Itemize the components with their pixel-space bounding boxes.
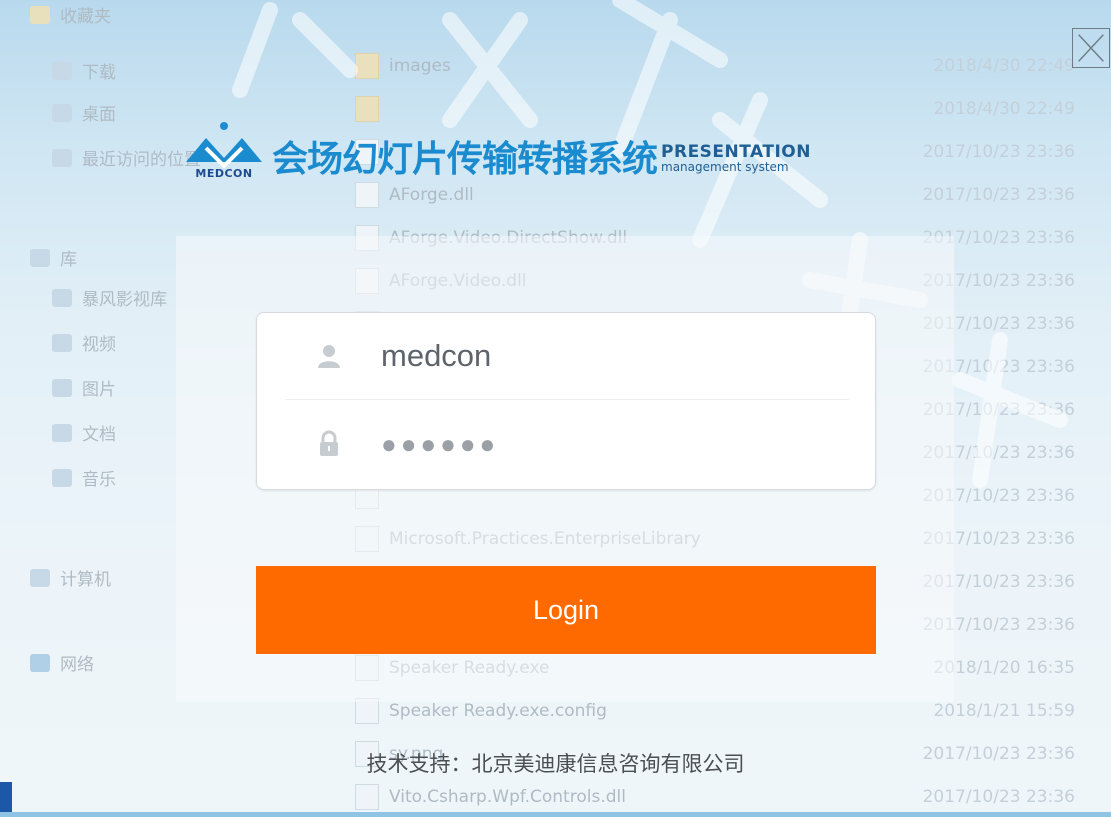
user-icon: [315, 342, 343, 370]
lock-icon: [315, 430, 343, 458]
subtitle-line1: PRESENTATION: [661, 142, 811, 162]
login-form: [256, 312, 876, 490]
medcon-logo: MEDCON: [180, 118, 268, 180]
close-icon: [1078, 34, 1104, 62]
close-button[interactable]: [1072, 28, 1110, 68]
login-button[interactable]: Login: [256, 566, 876, 654]
password-input[interactable]: [381, 428, 821, 460]
subtitle-line2: management system: [661, 160, 789, 174]
system-title: 会场幻灯片传输转播系统: [272, 139, 658, 180]
password-row: [257, 401, 875, 487]
username-input[interactable]: [381, 338, 821, 374]
support-footer: 技术支持：北京美迪康信息咨询有限公司: [366, 752, 745, 776]
brand-header: MEDCON 会场幻灯片传输转播系统 PRESENTATION manageme…: [180, 118, 811, 180]
username-row: [257, 313, 875, 399]
system-subtitle: PRESENTATION management system: [661, 143, 811, 174]
logo-wordmark: MEDCON: [195, 167, 253, 180]
taskbar-edge: [0, 782, 12, 812]
field-divider: [285, 399, 849, 400]
